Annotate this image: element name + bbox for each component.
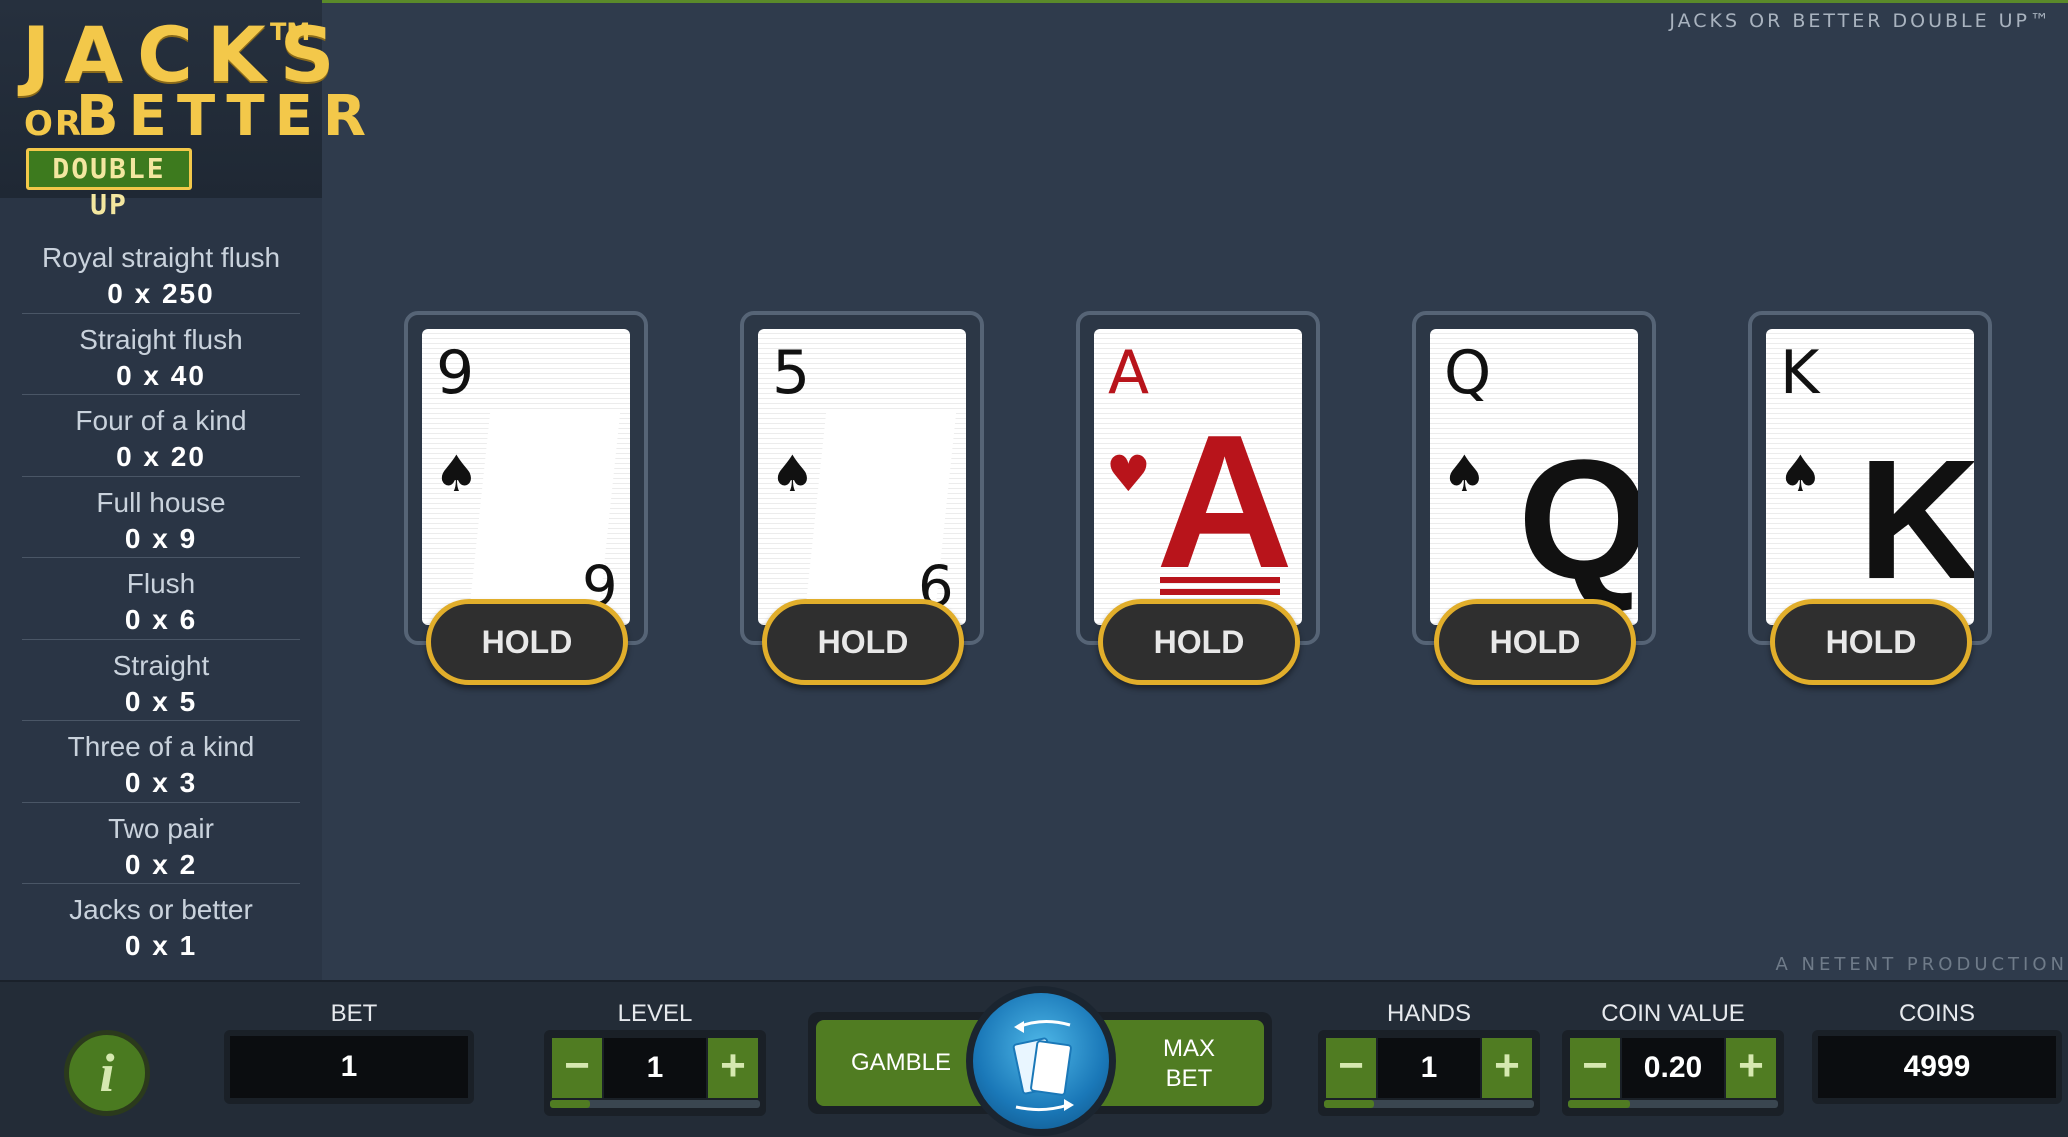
- hand-name: Jacks or better: [69, 894, 253, 925]
- card-rank: K: [1780, 338, 1820, 408]
- gamble-button[interactable]: GAMBLE: [816, 1020, 986, 1106]
- hands-progress-fill: [1324, 1100, 1374, 1108]
- card-face-letter: Q: [1518, 425, 1638, 615]
- spade-icon: ♠: [770, 445, 815, 503]
- card-underline: [1160, 577, 1280, 583]
- card-rank: 9: [436, 338, 475, 408]
- hands-stepper: − 1 +: [1318, 1030, 1540, 1116]
- bet-value: 1: [224, 1030, 474, 1104]
- hand-payout: 0 x 250: [107, 278, 215, 309]
- coin-value: 0.20: [1622, 1038, 1724, 1098]
- bet-label: BET: [330, 1000, 378, 1027]
- playing-card[interactable]: K ♠ K: [1766, 329, 1974, 625]
- hold-button-4[interactable]: HOLD: [1434, 599, 1636, 685]
- hand-name: Straight flush: [79, 323, 243, 355]
- coin-value-minus-button[interactable]: −: [1570, 1038, 1620, 1098]
- deal-cards-icon: [1012, 1020, 1074, 1112]
- game-logo: JACKS TM OR BETTER DOUBLE UP: [0, 0, 366, 221]
- playing-card[interactable]: 9 ♠ 6: [422, 329, 630, 625]
- logo-better: BETTER: [76, 84, 376, 149]
- paytable-row: Straight flush 0 x 40: [22, 314, 300, 395]
- hands-progress: [1324, 1100, 1534, 1108]
- max-bet-line1: MAX: [1162, 1035, 1215, 1062]
- hand-payout: 0 x 1: [124, 930, 198, 961]
- card-rank: Q: [1444, 338, 1492, 408]
- hands-plus-button[interactable]: +: [1482, 1038, 1532, 1098]
- paytable-row: Four of a kind 0 x 20: [22, 395, 300, 477]
- hands-label: HANDS: [1386, 1000, 1471, 1027]
- coin-value-progress-fill: [1568, 1100, 1630, 1108]
- logo-trademark: TM: [270, 18, 311, 46]
- hold-button-1[interactable]: HOLD: [426, 599, 628, 685]
- playing-card[interactable]: Q ♠ Q: [1430, 329, 1638, 625]
- card-slot-1: 9 ♠ 6 HOLD: [404, 311, 648, 685]
- hand-payout: 0 x 20: [116, 441, 206, 472]
- hold-button-2[interactable]: HOLD: [762, 599, 964, 685]
- playing-card[interactable]: A ♥ A: [1094, 329, 1302, 625]
- logo-double-up: DOUBLE UP: [26, 148, 192, 221]
- coin-value-stepper: − 0.20 +: [1562, 1030, 1784, 1116]
- hand-payout: 0 x 9: [124, 522, 198, 554]
- level-minus-button[interactable]: −: [552, 1038, 602, 1098]
- hands-value: 1: [1378, 1038, 1480, 1098]
- spade-icon: ♠: [1778, 445, 1823, 503]
- paytable-row: Straight 0 x 5: [22, 640, 300, 721]
- coin-value-progress: [1568, 1100, 1778, 1108]
- hand-name: Two pair: [108, 812, 214, 844]
- coins-label: COINS: [1898, 1000, 1975, 1027]
- hand-payout: 0 x 5: [124, 685, 198, 717]
- hold-button-5[interactable]: HOLD: [1770, 599, 1972, 685]
- card-face-letter: A: [1156, 396, 1294, 608]
- max-bet-line2: BET: [1165, 1065, 1213, 1092]
- hand-payout: 0 x 3: [124, 767, 198, 798]
- hand-payout: 0 x 40: [116, 359, 206, 391]
- hand-name: Straight: [112, 649, 210, 681]
- paytable-row: Royal straight flush 0 x 250: [22, 232, 300, 314]
- hand-name: Royal straight flush: [41, 242, 281, 273]
- level-plus-button[interactable]: +: [708, 1038, 758, 1098]
- hand-name: Full house: [96, 486, 226, 518]
- heart-icon: ♥: [1106, 445, 1151, 503]
- card-underline: [1160, 589, 1280, 595]
- coin-value-plus-button[interactable]: +: [1726, 1038, 1776, 1098]
- level-label: LEVEL: [617, 1000, 693, 1027]
- card-slot-5: K ♠ K HOLD: [1748, 311, 1992, 685]
- level-progress: [550, 1100, 760, 1108]
- spade-icon: ♠: [434, 445, 479, 503]
- card-slot-4: Q ♠ Q HOLD: [1412, 311, 1656, 685]
- coin-value-label: COIN VALUE: [1601, 1000, 1745, 1027]
- paytable-row: Three of a kind 0 x 3: [22, 721, 300, 803]
- hand-name: Flush: [126, 568, 196, 599]
- paytable-row: Two pair 0 x 2: [22, 803, 300, 884]
- sidebar: JACKS TM OR BETTER DOUBLE UP Royal strai…: [0, 0, 366, 980]
- hand-payout: 0 x 2: [124, 848, 198, 880]
- deal-button[interactable]: [966, 986, 1116, 1136]
- info-icon[interactable]: i: [64, 1030, 150, 1116]
- card-face-letter: K: [1858, 425, 1974, 615]
- coins-value: 4999: [1812, 1030, 2062, 1104]
- level-stepper: − 1 +: [544, 1030, 766, 1116]
- game-title: JACKS OR BETTER DOUBLE UP™: [1669, 10, 2052, 32]
- level-progress-fill: [550, 1100, 590, 1108]
- card-slot-2: 5 ♠ 9 HOLD: [740, 311, 984, 685]
- hand-name: Four of a kind: [75, 405, 247, 436]
- paytable: Royal straight flush 0 x 250 Straight fl…: [0, 232, 322, 966]
- paytable-row: Full house 0 x 9: [22, 477, 300, 558]
- card-slot-3: A ♥ A HOLD: [1076, 311, 1320, 685]
- hand-payout: 0 x 6: [124, 604, 198, 635]
- playing-card[interactable]: 5 ♠ 9: [758, 329, 966, 625]
- spade-icon: ♠: [1442, 445, 1487, 503]
- max-bet-button[interactable]: MAX BET: [1094, 1020, 1264, 1106]
- netent-credit: A NETENT PRODUCTION: [1775, 954, 2068, 975]
- level-value: 1: [604, 1038, 706, 1098]
- hold-button-3[interactable]: HOLD: [1098, 599, 1300, 685]
- paytable-row: Flush 0 x 6: [22, 558, 300, 640]
- hand-name: Three of a kind: [67, 731, 255, 762]
- logo-or: OR: [24, 104, 84, 144]
- card-rank: A: [1108, 338, 1150, 408]
- hands-minus-button[interactable]: −: [1326, 1038, 1376, 1098]
- paytable-row: Jacks or better 0 x 1: [22, 884, 300, 966]
- card-rank: 5: [772, 338, 811, 408]
